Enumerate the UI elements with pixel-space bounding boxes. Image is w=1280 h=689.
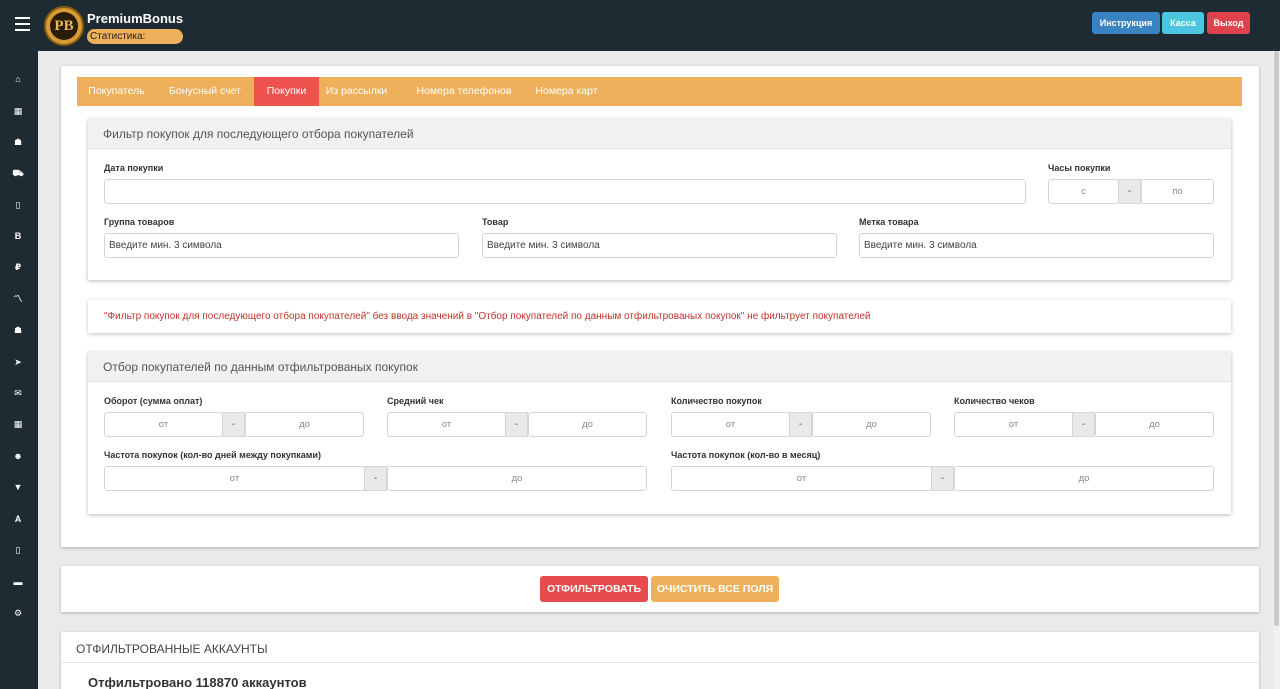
- results-panel: ОТФИЛЬТРОВАННЫЕ АККАУНТЫ Отфильтровано 1…: [61, 632, 1259, 689]
- product-label: Товар: [482, 217, 509, 227]
- card-icon[interactable]: ▬: [12, 576, 24, 588]
- filter-button[interactable]: ОТФИЛЬТРОВАТЬ: [540, 576, 648, 602]
- book-icon[interactable]: ▯: [12, 199, 24, 211]
- statistics-badge[interactable]: Статистика:: [87, 29, 183, 44]
- turnover-to-input[interactable]: до: [245, 412, 364, 437]
- freq-month-from-input[interactable]: от: [671, 466, 932, 491]
- film-icon[interactable]: ▦: [12, 105, 24, 117]
- bitcoin-icon[interactable]: B: [12, 230, 24, 242]
- purchase-filter-title: Фильтр покупок для последующего отбора п…: [88, 119, 1231, 149]
- avg-check-from-input[interactable]: от: [387, 412, 506, 437]
- freq-days-to-input[interactable]: до: [387, 466, 647, 491]
- avg-check-to-input[interactable]: до: [528, 412, 647, 437]
- gear-icon[interactable]: ⚙: [12, 607, 24, 619]
- film-2-icon[interactable]: ▦: [12, 418, 24, 430]
- turnover-separator: -: [222, 412, 245, 437]
- page-scrollbar[interactable]: [1273, 51, 1280, 689]
- date-label: Дата покупки: [104, 163, 164, 173]
- menu-icon[interactable]: [15, 17, 30, 31]
- ruble-icon[interactable]: ₽: [12, 261, 24, 273]
- tab-card-numbers[interactable]: Номера карт: [534, 77, 599, 106]
- kassa-button[interactable]: Касса: [1162, 12, 1204, 34]
- freq-days-from-input[interactable]: от: [104, 466, 365, 491]
- road-icon[interactable]: A: [12, 513, 24, 525]
- buyer-selection-card: Отбор покупателей по данным отфильтрован…: [88, 352, 1231, 514]
- checks-count-to-input[interactable]: до: [1095, 412, 1214, 437]
- tab-purchases[interactable]: Покупки: [254, 77, 319, 106]
- checks-count-from-input[interactable]: от: [954, 412, 1073, 437]
- product-tag-label: Метка товара: [859, 217, 919, 227]
- purchases-count-label: Количество покупок: [671, 396, 762, 406]
- date-input[interactable]: [104, 179, 1026, 204]
- turnover-from-input[interactable]: от: [104, 412, 223, 437]
- purchases-count-to-input[interactable]: до: [812, 412, 931, 437]
- logo-letters: PB: [50, 12, 78, 40]
- tab-phone-numbers[interactable]: Номера телефонов: [394, 77, 534, 106]
- exit-button[interactable]: Выход: [1207, 12, 1250, 34]
- brand-name: PremiumBonus: [87, 11, 184, 26]
- purchases-count-from-input[interactable]: от: [671, 412, 790, 437]
- checks-count-separator: -: [1072, 412, 1095, 437]
- tab-buyer[interactable]: Покупатель: [77, 77, 156, 106]
- tab-mailing[interactable]: Из рассылки: [319, 77, 394, 106]
- clear-all-button[interactable]: ОЧИСТИТЬ ВСЕ ПОЛЯ: [651, 576, 779, 602]
- product-input[interactable]: Введите мин. 3 символа: [482, 233, 837, 258]
- scrollbar-thumb[interactable]: [1274, 51, 1279, 626]
- freq-days-separator: -: [364, 466, 387, 491]
- send-icon[interactable]: ➤: [12, 356, 24, 368]
- mobile-icon[interactable]: ▯: [12, 544, 24, 556]
- tab-bar: Покупатель Бонусный счет Покупки Из расс…: [77, 77, 1242, 106]
- hours-separator: -: [1118, 179, 1141, 204]
- user-group-icon[interactable]: ☻: [12, 450, 24, 462]
- freq-days-label: Частота покупок (кол-во дней между покуп…: [104, 450, 321, 460]
- top-bar: PB PremiumBonus Статистика: Инструкция К…: [0, 0, 1280, 51]
- sidebar: ⌂ ▦ ☗ ⛟ ▯ B ₽ 〽 ☗ ➤ ✉ ▦ ☻ ▼ A ▯ ▬ ⚙: [0, 51, 38, 689]
- logo[interactable]: PB: [44, 6, 84, 46]
- checks-count-label: Количество чеков: [954, 396, 1035, 406]
- freq-month-to-input[interactable]: до: [954, 466, 1214, 491]
- chart-icon[interactable]: 〽: [12, 293, 24, 305]
- users-icon[interactable]: ☗: [12, 136, 24, 148]
- instruction-button[interactable]: Инструкция: [1092, 12, 1160, 34]
- mail-icon[interactable]: ✉: [12, 387, 24, 399]
- tab-bonus-account[interactable]: Бонусный счет: [156, 77, 254, 106]
- results-title: ОТФИЛЬТРОВАННЫЕ АККАУНТЫ: [76, 642, 268, 656]
- product-group-input[interactable]: Введите мин. 3 символа: [104, 233, 459, 258]
- turnover-label: Оборот (сумма оплат): [104, 396, 203, 406]
- purchases-count-separator: -: [789, 412, 812, 437]
- divider: [61, 662, 1259, 663]
- product-group-label: Группа товаров: [104, 217, 175, 227]
- filter-warning: "Фильтр покупок для последующего отбора …: [88, 300, 1231, 333]
- product-tag-input[interactable]: Введите мин. 3 символа: [859, 233, 1214, 258]
- group-icon[interactable]: ☗: [12, 324, 24, 336]
- action-panel: ОТФИЛЬТРОВАТЬ ОЧИСТИТЬ ВСЕ ПОЛЯ: [61, 566, 1259, 612]
- freq-month-separator: -: [931, 466, 954, 491]
- hours-label: Часы покупки: [1048, 163, 1111, 173]
- home-icon[interactable]: ⌂: [12, 73, 24, 85]
- freq-month-label: Частота покупок (кол-во в месяц): [671, 450, 821, 460]
- cart-icon[interactable]: ⛟: [12, 167, 24, 179]
- avg-check-label: Средний чек: [387, 396, 444, 406]
- purchase-filter-card: Фильтр покупок для последующего отбора п…: [88, 119, 1231, 280]
- filtered-count: Отфильтровано 118870 аккаунтов: [88, 675, 307, 689]
- buyer-selection-title: Отбор покупателей по данным отфильтрован…: [88, 352, 1231, 382]
- hours-from-input[interactable]: с: [1048, 179, 1119, 204]
- avg-check-separator: -: [505, 412, 528, 437]
- shirt-icon[interactable]: ▼: [12, 481, 24, 493]
- hours-to-input[interactable]: по: [1141, 179, 1214, 204]
